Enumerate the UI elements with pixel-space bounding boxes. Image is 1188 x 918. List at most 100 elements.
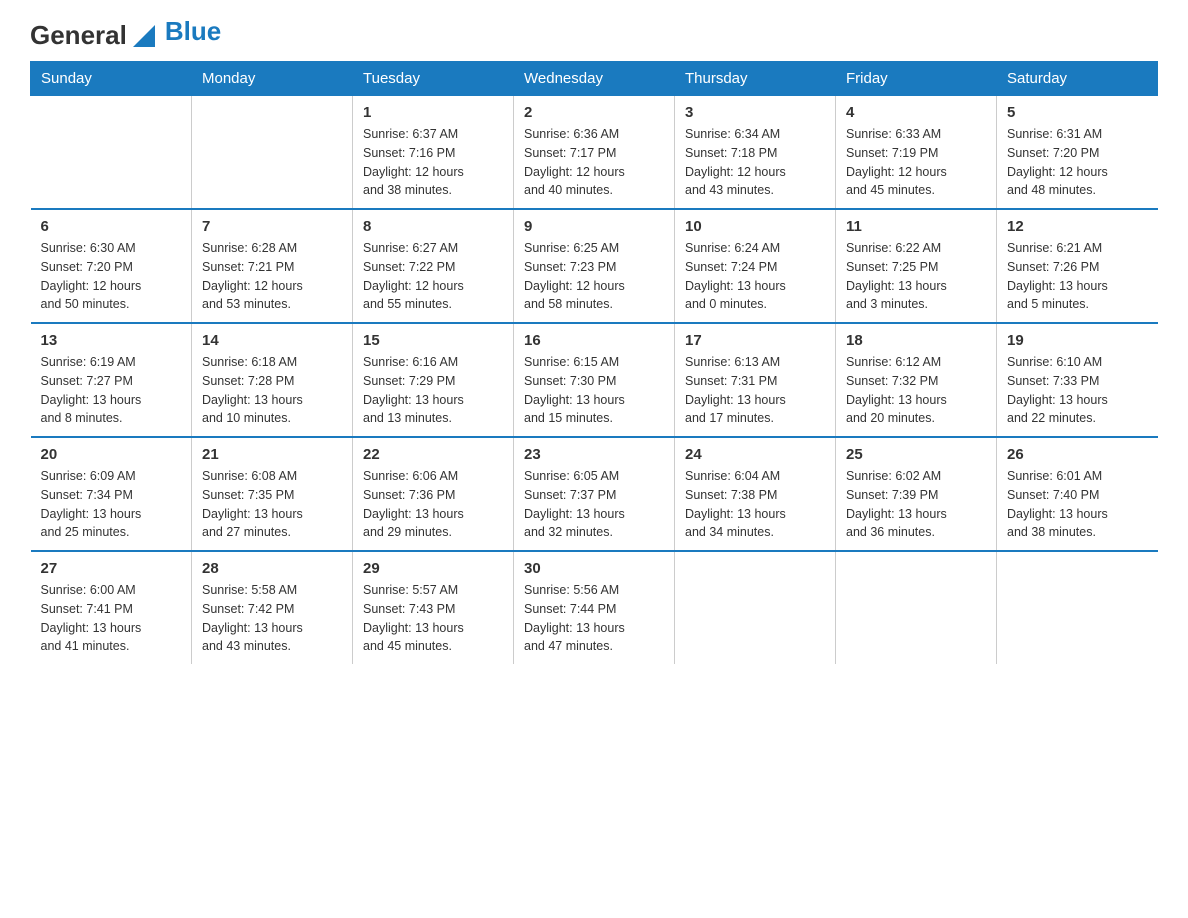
day-info: Sunrise: 6:08 AM Sunset: 7:35 PM Dayligh… (202, 467, 342, 542)
calendar-week-row: 1 Sunrise: 6:37 AM Sunset: 7:16 PM Daylig… (31, 96, 1158, 210)
day-info: Sunrise: 6:10 AM Sunset: 7:33 PM Dayligh… (1007, 353, 1148, 428)
calendar-cell (836, 551, 997, 664)
day-number: 25 (846, 446, 986, 463)
logo-text-blue: Blue (165, 16, 221, 47)
calendar-week-row: 20Sunrise: 6:09 AM Sunset: 7:34 PM Dayli… (31, 437, 1158, 551)
day-info: Sunrise: 6:00 AM Sunset: 7:41 PM Dayligh… (41, 581, 182, 656)
day-info: Sunrise: 6:06 AM Sunset: 7:36 PM Dayligh… (363, 467, 503, 542)
calendar-cell: 24Sunrise: 6:04 AM Sunset: 7:38 PM Dayli… (675, 437, 836, 551)
day-info: Sunrise: 6:19 AM Sunset: 7:27 PM Dayligh… (41, 353, 182, 428)
day-info: Sunrise: 6:31 AM Sunset: 7:20 PM Dayligh… (1007, 125, 1148, 200)
logo-triangle-icon (133, 25, 155, 47)
calendar-cell: 9 Sunrise: 6:25 AM Sunset: 7:23 PM Daylig… (514, 209, 675, 323)
day-number: 22 (363, 446, 503, 463)
day-number: 11 (846, 218, 986, 235)
day-info: Sunrise: 6:05 AM Sunset: 7:37 PM Dayligh… (524, 467, 664, 542)
logo-text-general: General (30, 20, 127, 51)
calendar-cell: 18 Sunrise: 6:12 AM Sunset: 7:32 PM Dayli… (836, 323, 997, 437)
day-number: 2 (524, 104, 664, 121)
day-info: Sunrise: 6:27 AM Sunset: 7:22 PM Dayligh… (363, 239, 503, 314)
day-number: 13 (41, 332, 182, 349)
calendar-header-row: SundayMondayTuesdayWednesdayThursdayFrid… (31, 62, 1158, 96)
day-number: 20 (41, 446, 182, 463)
day-info: Sunrise: 5:58 AM Sunset: 7:42 PM Dayligh… (202, 581, 342, 656)
day-info: Sunrise: 5:57 AM Sunset: 7:43 PM Dayligh… (363, 581, 503, 656)
calendar-cell (675, 551, 836, 664)
calendar-cell: 7Sunrise: 6:28 AM Sunset: 7:21 PM Daylig… (192, 209, 353, 323)
calendar-cell: 5 Sunrise: 6:31 AM Sunset: 7:20 PM Daylig… (997, 96, 1158, 210)
day-info: Sunrise: 6:21 AM Sunset: 7:26 PM Dayligh… (1007, 239, 1148, 314)
day-info: Sunrise: 6:28 AM Sunset: 7:21 PM Dayligh… (202, 239, 342, 314)
day-number: 14 (202, 332, 342, 349)
calendar-cell: 8 Sunrise: 6:27 AM Sunset: 7:22 PM Daylig… (353, 209, 514, 323)
calendar-cell: 10 Sunrise: 6:24 AM Sunset: 7:24 PM Dayli… (675, 209, 836, 323)
calendar-cell: 25 Sunrise: 6:02 AM Sunset: 7:39 PM Dayli… (836, 437, 997, 551)
day-number: 9 (524, 218, 664, 235)
calendar-cell: 16 Sunrise: 6:15 AM Sunset: 7:30 PM Dayli… (514, 323, 675, 437)
day-number: 10 (685, 218, 825, 235)
calendar-cell: 28Sunrise: 5:58 AM Sunset: 7:42 PM Dayli… (192, 551, 353, 664)
day-number: 29 (363, 560, 503, 577)
day-info: Sunrise: 6:36 AM Sunset: 7:17 PM Dayligh… (524, 125, 664, 200)
day-number: 4 (846, 104, 986, 121)
calendar-cell: 12Sunrise: 6:21 AM Sunset: 7:26 PM Dayli… (997, 209, 1158, 323)
day-number: 5 (1007, 104, 1148, 121)
day-number: 17 (685, 332, 825, 349)
calendar-cell: 23 Sunrise: 6:05 AM Sunset: 7:37 PM Dayli… (514, 437, 675, 551)
page-header: General Blue (30, 20, 1158, 51)
day-number: 8 (363, 218, 503, 235)
calendar-cell: 29 Sunrise: 5:57 AM Sunset: 7:43 PM Dayli… (353, 551, 514, 664)
calendar-cell: 4 Sunrise: 6:33 AM Sunset: 7:19 PM Daylig… (836, 96, 997, 210)
day-info: Sunrise: 6:15 AM Sunset: 7:30 PM Dayligh… (524, 353, 664, 428)
day-info: Sunrise: 6:16 AM Sunset: 7:29 PM Dayligh… (363, 353, 503, 428)
day-number: 15 (363, 332, 503, 349)
day-number: 30 (524, 560, 664, 577)
day-info: Sunrise: 6:24 AM Sunset: 7:24 PM Dayligh… (685, 239, 825, 314)
header-wednesday: Wednesday (514, 62, 675, 96)
day-number: 23 (524, 446, 664, 463)
header-thursday: Thursday (675, 62, 836, 96)
day-info: Sunrise: 6:25 AM Sunset: 7:23 PM Dayligh… (524, 239, 664, 314)
header-monday: Monday (192, 62, 353, 96)
calendar-cell: 30 Sunrise: 5:56 AM Sunset: 7:44 PM Dayli… (514, 551, 675, 664)
day-number: 27 (41, 560, 182, 577)
calendar-week-row: 27 Sunrise: 6:00 AM Sunset: 7:41 PM Dayli… (31, 551, 1158, 664)
day-number: 26 (1007, 446, 1148, 463)
calendar-table: SundayMondayTuesdayWednesdayThursdayFrid… (30, 61, 1158, 664)
day-number: 18 (846, 332, 986, 349)
calendar-cell: 15 Sunrise: 6:16 AM Sunset: 7:29 PM Dayli… (353, 323, 514, 437)
calendar-cell (192, 96, 353, 210)
calendar-cell: 14 Sunrise: 6:18 AM Sunset: 7:28 PM Dayli… (192, 323, 353, 437)
day-info: Sunrise: 6:34 AM Sunset: 7:18 PM Dayligh… (685, 125, 825, 200)
calendar-week-row: 13 Sunrise: 6:19 AM Sunset: 7:27 PM Dayli… (31, 323, 1158, 437)
day-info: Sunrise: 6:12 AM Sunset: 7:32 PM Dayligh… (846, 353, 986, 428)
calendar-cell: 26 Sunrise: 6:01 AM Sunset: 7:40 PM Dayli… (997, 437, 1158, 551)
calendar-cell: 2 Sunrise: 6:36 AM Sunset: 7:17 PM Daylig… (514, 96, 675, 210)
calendar-cell: 11 Sunrise: 6:22 AM Sunset: 7:25 PM Dayli… (836, 209, 997, 323)
day-info: Sunrise: 6:04 AM Sunset: 7:38 PM Dayligh… (685, 467, 825, 542)
calendar-cell: 22 Sunrise: 6:06 AM Sunset: 7:36 PM Dayli… (353, 437, 514, 551)
day-info: Sunrise: 6:01 AM Sunset: 7:40 PM Dayligh… (1007, 467, 1148, 542)
day-number: 3 (685, 104, 825, 121)
day-info: Sunrise: 6:22 AM Sunset: 7:25 PM Dayligh… (846, 239, 986, 314)
day-info: Sunrise: 6:02 AM Sunset: 7:39 PM Dayligh… (846, 467, 986, 542)
calendar-cell: 27 Sunrise: 6:00 AM Sunset: 7:41 PM Dayli… (31, 551, 192, 664)
day-info: Sunrise: 6:37 AM Sunset: 7:16 PM Dayligh… (363, 125, 503, 200)
day-info: Sunrise: 5:56 AM Sunset: 7:44 PM Dayligh… (524, 581, 664, 656)
calendar-cell: 19Sunrise: 6:10 AM Sunset: 7:33 PM Dayli… (997, 323, 1158, 437)
day-number: 21 (202, 446, 342, 463)
header-sunday: Sunday (31, 62, 192, 96)
day-info: Sunrise: 6:18 AM Sunset: 7:28 PM Dayligh… (202, 353, 342, 428)
calendar-week-row: 6 Sunrise: 6:30 AM Sunset: 7:20 PM Daylig… (31, 209, 1158, 323)
calendar-cell: 13 Sunrise: 6:19 AM Sunset: 7:27 PM Dayli… (31, 323, 192, 437)
logo: General Blue (30, 20, 221, 51)
day-number: 1 (363, 104, 503, 121)
day-number: 6 (41, 218, 182, 235)
day-number: 16 (524, 332, 664, 349)
day-info: Sunrise: 6:33 AM Sunset: 7:19 PM Dayligh… (846, 125, 986, 200)
header-saturday: Saturday (997, 62, 1158, 96)
calendar-cell: 3 Sunrise: 6:34 AM Sunset: 7:18 PM Daylig… (675, 96, 836, 210)
day-info: Sunrise: 6:13 AM Sunset: 7:31 PM Dayligh… (685, 353, 825, 428)
day-info: Sunrise: 6:30 AM Sunset: 7:20 PM Dayligh… (41, 239, 182, 314)
calendar-cell: 21 Sunrise: 6:08 AM Sunset: 7:35 PM Dayli… (192, 437, 353, 551)
